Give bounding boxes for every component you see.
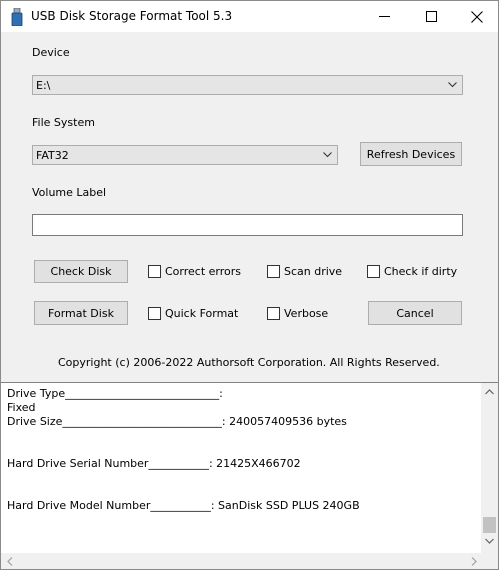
maximize-icon: [425, 11, 437, 22]
log-lines: Drive Type____________________________: …: [7, 387, 360, 513]
minimize-icon: [379, 15, 390, 17]
checkbox-box: [148, 306, 161, 320]
window-title: USB Disk Storage Format Tool 5.3: [31, 9, 233, 23]
vertical-scrollbar[interactable]: [481, 383, 498, 553]
volume-label-caption: Volume Label: [32, 186, 107, 199]
file-system-select-value: FAT32: [36, 149, 69, 162]
close-button[interactable]: [454, 1, 498, 32]
maximize-button[interactable]: [408, 1, 454, 32]
log-line: Hard Drive Model Number___________: SanD…: [7, 499, 360, 512]
chevron-down-icon: [448, 82, 457, 88]
check-disk-button[interactable]: Check Disk: [34, 260, 128, 283]
checkbox-box: [267, 264, 280, 278]
scan-drive-label: Scan drive: [284, 264, 343, 278]
scroll-down-arrow-icon[interactable]: [485, 538, 494, 544]
chevron-down-icon: [323, 152, 332, 158]
cancel-button[interactable]: Cancel: [368, 301, 462, 325]
verbose-checkbox[interactable]: Verbose: [267, 306, 328, 320]
checkbox-box: [367, 264, 380, 278]
device-label: Device: [32, 46, 70, 59]
scroll-up-arrow-icon[interactable]: [485, 389, 494, 395]
minimize-button[interactable]: [362, 1, 408, 32]
device-select-value: E:\: [36, 79, 51, 92]
check-if-dirty-checkbox[interactable]: Check if dirty: [367, 264, 457, 278]
correct-errors-checkbox[interactable]: Correct errors: [148, 264, 241, 278]
log-line: Hard Drive Serial Number___________: 214…: [7, 457, 301, 470]
checkbox-box: [267, 306, 280, 320]
correct-errors-label: Correct errors: [165, 264, 242, 278]
quick-format-label: Quick Format: [165, 306, 239, 320]
format-disk-button[interactable]: Format Disk: [34, 301, 128, 325]
scroll-thumb[interactable]: [483, 517, 496, 533]
device-select[interactable]: E:\: [32, 75, 463, 95]
quick-format-checkbox[interactable]: Quick Format: [148, 306, 238, 320]
output-log[interactable]: Drive Type____________________________: …: [1, 382, 498, 569]
usb-drive-icon: [11, 8, 23, 26]
volume-label-input[interactable]: [32, 214, 463, 236]
scroll-corner: [481, 553, 498, 569]
file-system-select[interactable]: FAT32: [32, 145, 338, 165]
log-line: Drive Size_____________________________:…: [7, 415, 347, 428]
title-bar: USB Disk Storage Format Tool 5.3: [1, 1, 498, 32]
checkbox-box: [148, 264, 161, 278]
scroll-left-arrow-icon[interactable]: [7, 557, 13, 566]
log-line: Drive Type____________________________:: [7, 387, 223, 400]
scan-drive-checkbox[interactable]: Scan drive: [267, 264, 342, 278]
verbose-label: Verbose: [284, 306, 329, 320]
refresh-devices-button[interactable]: Refresh Devices: [360, 142, 462, 166]
copyright-text: Copyright (c) 2006-2022 Authorsoft Corpo…: [58, 356, 440, 369]
log-line: Fixed: [7, 401, 36, 414]
check-if-dirty-label: Check if dirty: [384, 264, 458, 278]
close-icon: [471, 10, 483, 23]
horizontal-scrollbar[interactable]: [1, 553, 481, 569]
app-window: USB Disk Storage Format Tool 5.3 Device …: [0, 0, 499, 570]
scroll-right-arrow-icon[interactable]: [471, 557, 477, 566]
file-system-label: File System: [32, 116, 95, 129]
